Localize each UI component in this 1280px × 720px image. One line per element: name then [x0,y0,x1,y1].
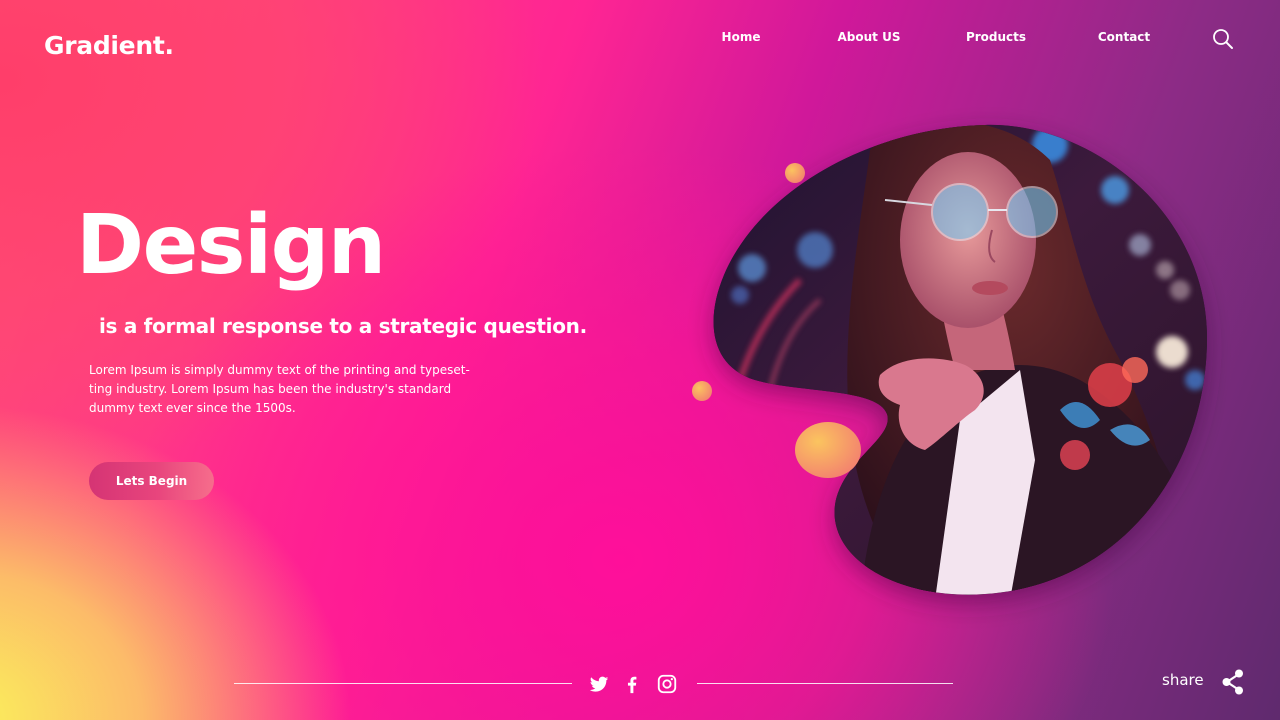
instagram-icon[interactable] [656,673,678,695]
logo[interactable]: Gradient. [44,31,174,60]
decorative-bubble [692,381,712,401]
nav-about-us[interactable]: About US [838,30,901,44]
search-icon[interactable] [1210,26,1236,52]
decorative-bubble [785,163,805,183]
hero-title: Design [76,198,386,293]
nav-products[interactable]: Products [966,30,1026,44]
hero-body-text: Lorem Ipsum is simply dummy text of the … [89,363,470,415]
facebook-icon[interactable] [621,673,643,695]
nav-home[interactable]: Home [722,30,761,44]
share-icon[interactable] [1220,668,1246,696]
footer-divider-right [697,683,953,684]
hero-photo-blob [692,124,1208,595]
nav-contact[interactable]: Contact [1098,30,1150,44]
twitter-icon[interactable] [588,673,610,695]
decorative-bubble [795,422,861,478]
hero-subtitle: is a formal response to a strategic ques… [99,314,587,338]
footer-divider-left [234,683,572,684]
hero-image-area [0,0,1280,720]
lets-begin-button[interactable]: Lets Begin [89,462,214,500]
share-label[interactable]: share [1162,671,1204,689]
